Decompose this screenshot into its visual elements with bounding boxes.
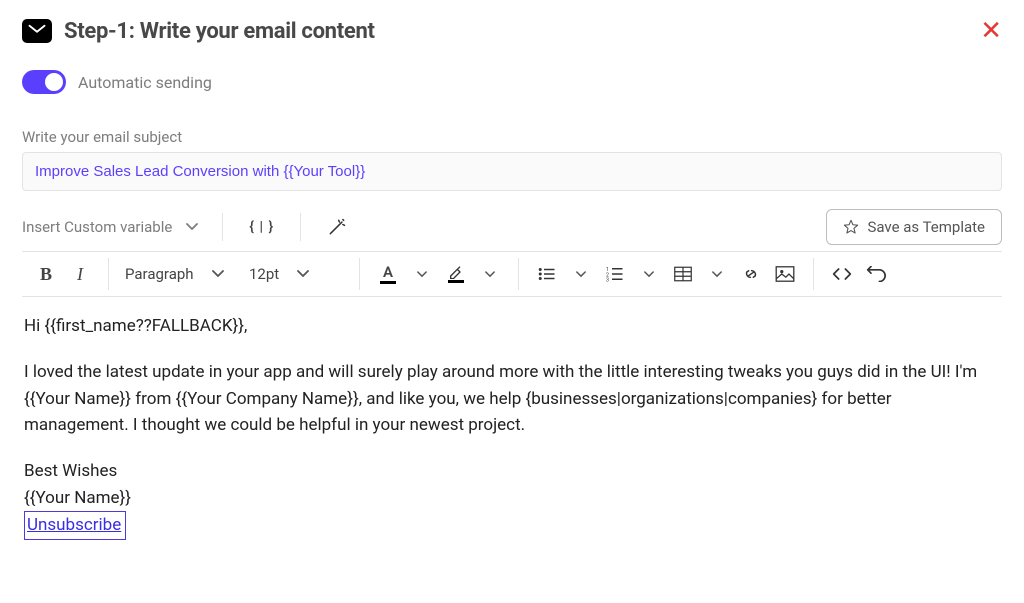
font-size-dropdown[interactable]: 12pt [241, 261, 351, 287]
font-size-label: 12pt [249, 265, 279, 283]
subject-label: Write your email subject [22, 128, 1002, 146]
text-color-button[interactable]: A [374, 258, 402, 290]
header-row: Step-1: Write your email content ✕ [22, 18, 1002, 44]
link-button[interactable] [737, 258, 765, 290]
svg-text:3: 3 [606, 278, 609, 283]
unsubscribe-link[interactable]: Unsubscribe [24, 511, 126, 540]
divider [300, 213, 301, 241]
bullet-list-dropdown[interactable] [567, 258, 595, 290]
toolbar-row-1-left: Insert Custom variable { | } [22, 213, 357, 241]
automatic-sending-row: Automatic sending [22, 70, 1002, 94]
close-icon[interactable]: ✕ [980, 18, 1002, 44]
page-title: Step-1: Write your email content [64, 19, 375, 44]
automatic-sending-label: Automatic sending [78, 73, 212, 92]
star-icon [843, 219, 859, 235]
body-greeting: Hi {{first_name??FALLBACK}}, [24, 313, 1000, 339]
divider [518, 258, 519, 290]
subject-input[interactable] [22, 152, 1002, 191]
image-button[interactable] [771, 258, 799, 290]
email-body-editor[interactable]: Hi {{first_name??FALLBACK}}, I loved the… [22, 313, 1002, 540]
magic-wand-button[interactable] [317, 213, 357, 241]
bullet-list-button[interactable] [533, 258, 561, 290]
insert-custom-variable-dropdown[interactable]: Insert Custom variable [22, 218, 206, 236]
divider [222, 213, 223, 241]
toolbar-row-1: Insert Custom variable { | } Save as Tem… [22, 209, 1002, 245]
bold-button[interactable]: B [32, 258, 60, 290]
source-code-button[interactable] [828, 258, 856, 290]
save-as-template-button[interactable]: Save as Template [826, 209, 1002, 245]
divider [813, 258, 814, 290]
body-paragraph: I loved the latest update in your app an… [24, 359, 1000, 438]
automatic-sending-toggle[interactable] [22, 70, 66, 94]
spintax-button[interactable]: { | } [239, 215, 284, 239]
divider [359, 258, 360, 290]
italic-button[interactable]: I [66, 258, 94, 290]
body-closing-line2: {{Your Name}} [24, 485, 1000, 511]
highlight-color-button[interactable] [442, 258, 470, 290]
numbered-list-dropdown[interactable] [635, 258, 663, 290]
divider [108, 258, 109, 290]
chevron-down-icon [186, 223, 198, 231]
numbered-list-button[interactable]: 123 [601, 258, 629, 290]
text-color-dropdown[interactable] [408, 258, 436, 290]
mail-icon [22, 19, 52, 43]
paragraph-format-label: Paragraph [125, 265, 194, 283]
table-button[interactable] [669, 258, 697, 290]
undo-button[interactable] [862, 258, 890, 290]
paragraph-format-dropdown[interactable]: Paragraph [117, 261, 237, 287]
table-dropdown[interactable] [703, 258, 731, 290]
highlight-color-dropdown[interactable] [476, 258, 504, 290]
chevron-down-icon [297, 270, 309, 278]
insert-custom-variable-label: Insert Custom variable [22, 218, 172, 236]
save-as-template-label: Save as Template [867, 218, 985, 236]
toolbar-row-2: B I Paragraph 12pt A [22, 251, 1002, 297]
header-left: Step-1: Write your email content [22, 19, 375, 44]
body-closing-line1: Best Wishes [24, 458, 1000, 484]
toggle-knob [45, 73, 63, 91]
chevron-down-icon [212, 270, 224, 278]
